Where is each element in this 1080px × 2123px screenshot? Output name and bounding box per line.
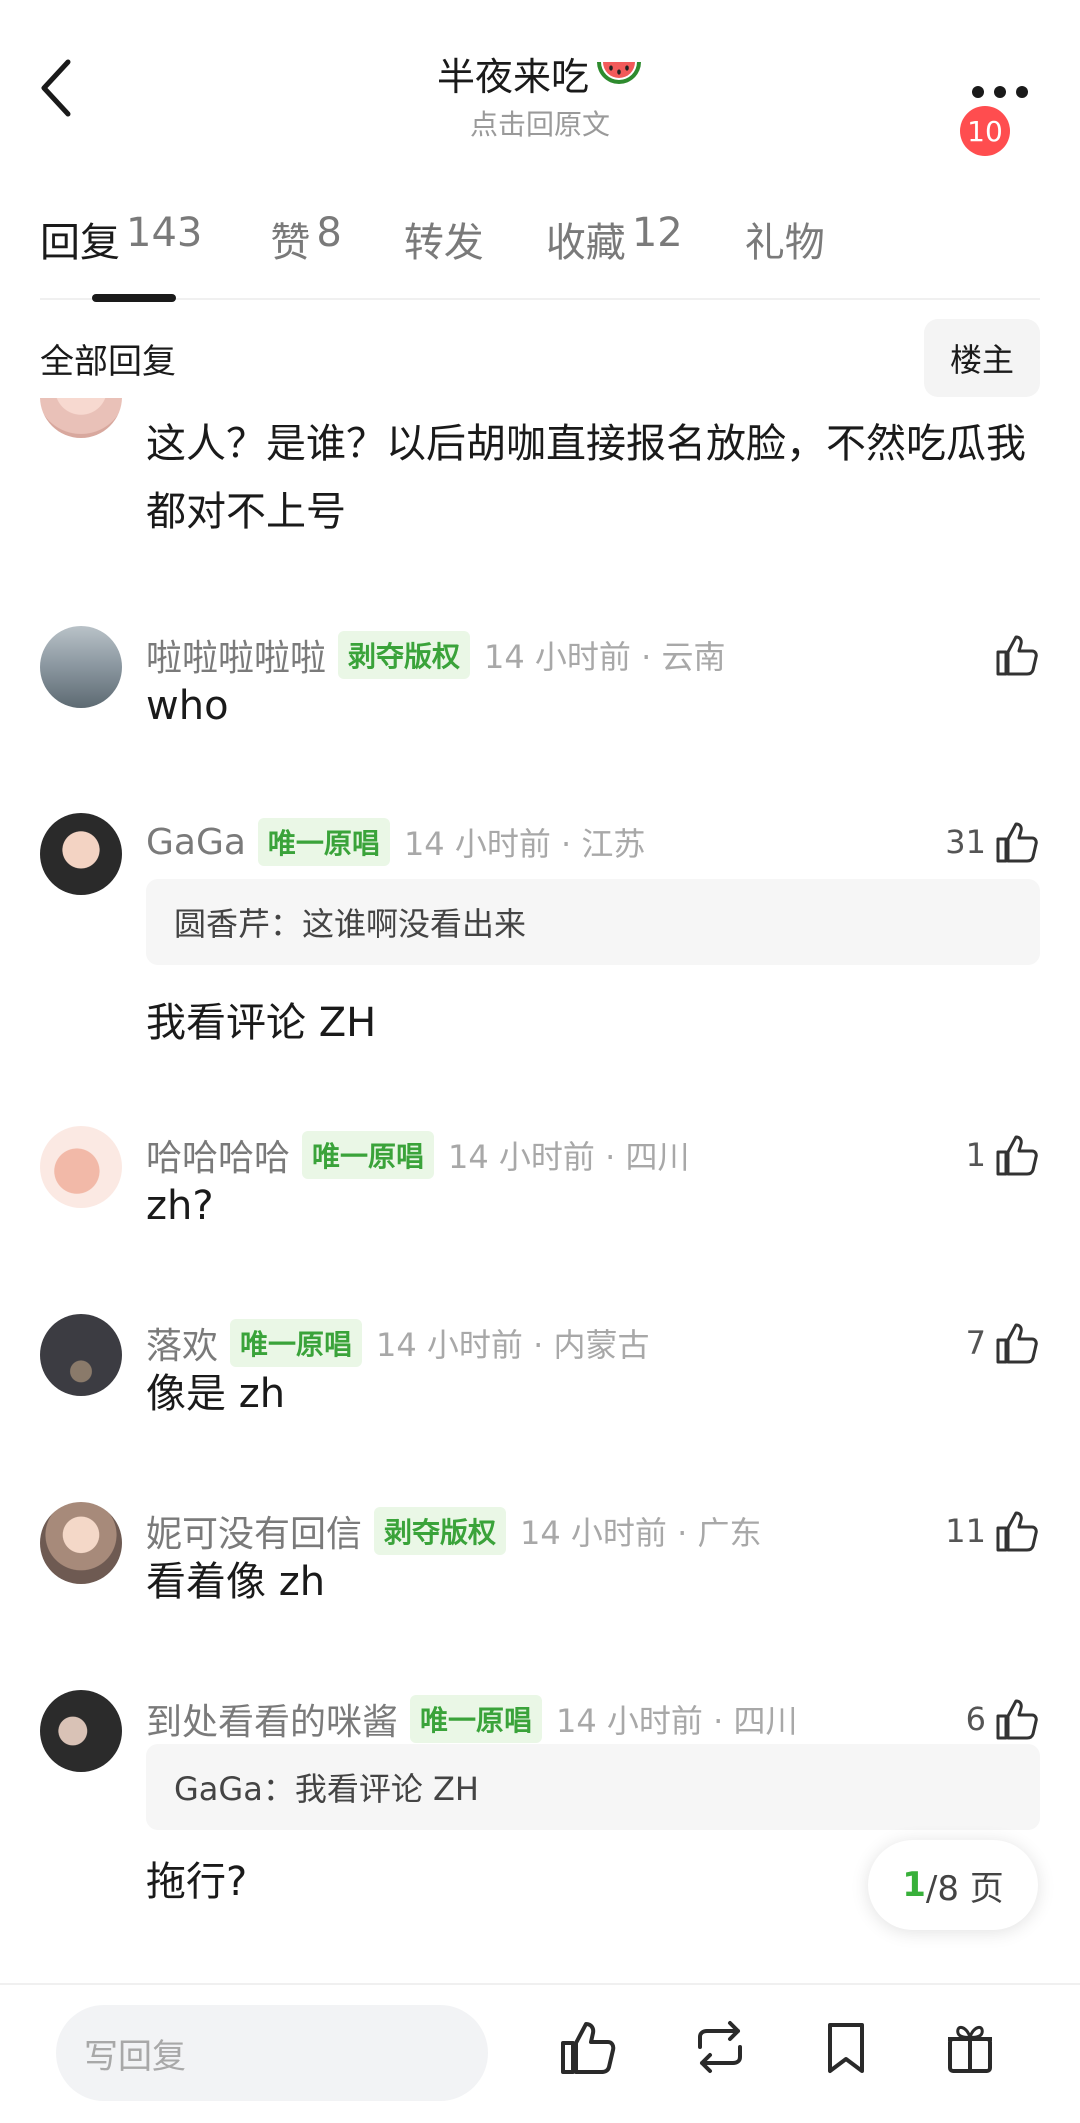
comment-item: 啦啦啦啦啦 剥夺版权 14 小时前 · 云南 who [0,626,1080,770]
total-pages: /8 页 [925,1868,1004,1909]
comment-item: 哈哈哈哈 唯一原唱 14 小时前 · 四川 1 zh? [0,1126,1080,1270]
tab-favorites[interactable]: 收藏 12 [546,210,683,290]
like-count: 1 [965,1136,986,1174]
avatar[interactable] [40,398,122,438]
filter-bar: 全部回复 楼主 [40,318,1040,398]
reply-input[interactable]: 写回复 [56,2005,488,2101]
title-block[interactable]: 半夜来吃 点击回原文 [0,46,1080,143]
tab-label: 回复 [40,220,120,266]
comment-item: 这人？是谁？以后胡咖直接报名放脸，不然吃瓜我都对不上号 [0,398,1080,548]
watermelon-icon [595,56,643,92]
comment-item: 妮可没有回信 剥夺版权 14 小时前 · 广东 11 看着像 zh [0,1502,1080,1646]
avatar[interactable] [40,1314,122,1396]
tab-count: 8 [316,210,342,256]
comment-item: GaGa 唯一原唱 14 小时前 · 江苏 31 圆香芹：这谁啊没看出来 我看评… [0,813,1080,1077]
quoted-reply[interactable]: GaGa：我看评论 ZH [146,1744,1040,1830]
owner-only-button[interactable]: 楼主 [923,319,1040,397]
page-title[interactable]: 半夜来吃 [437,46,643,101]
tab-count: 12 [631,210,683,256]
title-text: 半夜来吃 [436,55,589,99]
comment-list[interactable]: 这人？是谁？以后胡咖直接报名放脸，不然吃瓜我都对不上号 啦啦啦啦啦 剥夺版权 1… [0,398,1080,1983]
like-button[interactable]: 6 [966,1694,1040,1744]
user-badge: 唯一原唱 [257,818,390,866]
comment-item: 落欢 唯一原唱 14 小时前 · 内蒙古 7 像是 zh [0,1314,1080,1458]
timestamp-location: 14 小时前 · 江苏 [403,825,646,863]
username[interactable]: GaGa [146,822,246,863]
tab-bar: 回复 143 赞8 转发 收藏 12 礼物 [40,210,1040,302]
like-count: 31 [945,823,986,861]
tab-label: 礼物 [744,220,825,266]
quoted-reply[interactable]: 圆香芹：这谁啊没看出来 [146,879,1040,965]
username[interactable]: 到处看看的咪酱 [146,1693,398,1745]
active-tab-indicator [92,294,176,302]
comment-text: 像是 zh [146,1371,286,1417]
comment-text: 看着像 zh [146,1559,326,1605]
comment-text: who [146,683,229,729]
comment-meta: 到处看看的咪酱 唯一原唱 14 小时前 · 四川 [146,1694,797,1744]
tab-label: 收藏 [545,220,626,266]
tab-likes[interactable]: 赞8 [270,210,341,290]
timestamp-location: 14 小时前 · 四川 [556,1702,798,1740]
page-indicator[interactable]: 1/8 页 [868,1840,1038,1930]
tab-gifts[interactable]: 礼物 [745,210,825,290]
bottom-action-bar: 写回复 [0,1983,1080,2123]
more-icon [972,86,1028,98]
repost-icon[interactable] [690,2017,750,2077]
gift-icon[interactable] [940,2017,1000,2077]
user-badge: 唯一原唱 [410,1695,543,1743]
thumbs-up-icon [996,822,1038,863]
comment-text: 我看评论 ZH [146,1000,377,1046]
tab-reposts[interactable]: 转发 [404,210,484,290]
comment-text: zh? [146,1183,214,1229]
bookmark-icon[interactable] [816,2017,876,2077]
tab-label: 转发 [403,220,484,266]
all-replies-label[interactable]: 全部回复 [40,334,176,383]
like-post-icon[interactable] [558,2017,618,2077]
tab-count: 143 [126,210,203,256]
back-to-original-link[interactable]: 点击回原文 [0,103,1080,143]
avatar[interactable] [40,626,122,708]
avatar[interactable] [40,1126,122,1208]
current-page: 1 [902,1865,926,1905]
like-button[interactable]: 31 [945,817,1040,867]
thumbs-up-icon [996,1699,1038,1740]
comment-text: 这人？是谁？以后胡咖直接报名放脸，不然吃瓜我都对不上号 [146,421,1026,535]
like-count: 6 [965,1700,986,1738]
like-count: 11 [945,1512,986,1550]
tab-label: 赞 [270,220,311,266]
tab-replies[interactable]: 回复 143 [40,210,202,290]
more-options-button[interactable]: 10 [960,66,1030,156]
top-navigation-bar: 半夜来吃 点击回原文 10 [0,0,1080,156]
like-count: 7 [965,1324,986,1362]
avatar[interactable] [40,813,122,895]
avatar[interactable] [40,1502,122,1584]
notification-badge: 10 [960,106,1010,156]
comment-meta: GaGa 唯一原唱 14 小时前 · 江苏 [146,817,645,867]
avatar[interactable] [40,1690,122,1772]
